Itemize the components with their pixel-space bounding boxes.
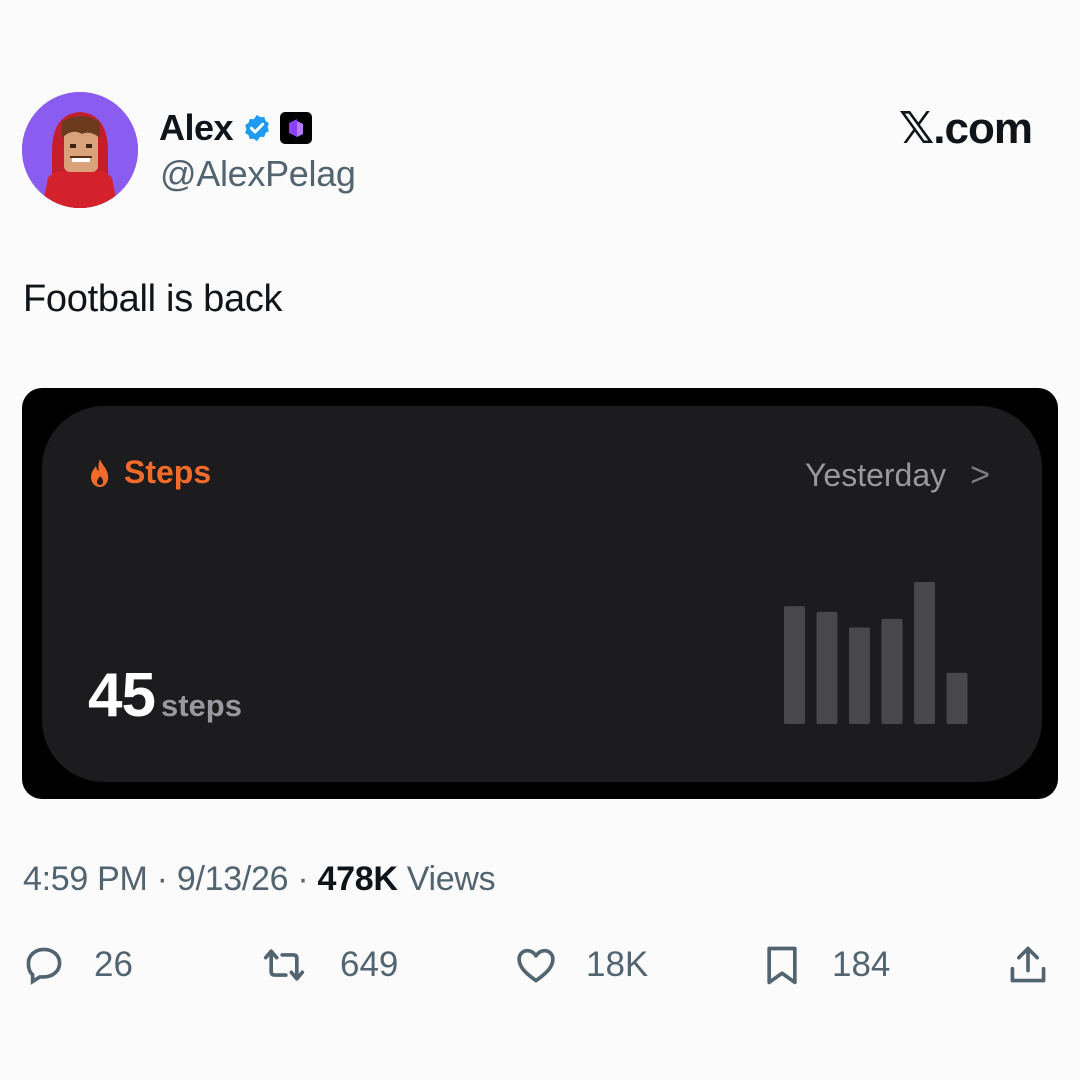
verified-badge-icon	[245, 114, 269, 142]
author-handle[interactable]: @AlexPelag	[160, 153, 356, 195]
chart-bar-1	[784, 606, 805, 724]
steps-widget: Steps Yesterday > 45 steps	[42, 406, 1042, 782]
share-button[interactable]	[1006, 943, 1050, 987]
meta-separator: ·	[288, 860, 318, 898]
bookmark-count: 184	[832, 945, 891, 984]
reply-button[interactable]: 26	[22, 943, 133, 987]
steps-count: 45	[88, 661, 156, 730]
steps-unit: steps	[160, 688, 242, 723]
like-button[interactable]: 18K	[514, 943, 648, 987]
like-icon	[517, 948, 555, 983]
affiliate-badge-icon[interactable]	[280, 112, 313, 144]
chart-bar-5	[914, 582, 935, 724]
steps-title-label: Steps	[124, 454, 212, 490]
repost-button[interactable]: 649	[262, 943, 398, 987]
avatar[interactable]	[22, 92, 138, 208]
chart-bar-2	[816, 611, 838, 724]
share-icon	[1010, 946, 1046, 983]
post-date[interactable]: 9/13/26	[177, 860, 289, 898]
period-selector[interactable]: Yesterday >	[805, 456, 990, 495]
author-name[interactable]: Alex	[159, 107, 234, 149]
post-meta: 4:59 PM · 9/13/26 · 478K Views	[23, 860, 496, 899]
meta-separator: ·	[147, 860, 177, 898]
post-text: Football is back	[23, 278, 283, 320]
period-label: Yesterday	[805, 457, 947, 493]
post-time[interactable]: 4:59 PM	[23, 860, 148, 898]
bookmark-icon	[767, 946, 797, 985]
bookmark-button[interactable]: 184	[760, 943, 890, 987]
chart-bar-6	[946, 672, 968, 724]
steps-title: Steps	[88, 454, 211, 491]
brand-logo: 𝕏.com	[898, 104, 1033, 153]
views-label: Views	[397, 860, 496, 898]
chart-bar-4	[881, 618, 903, 724]
reply-count: 26	[94, 945, 133, 984]
views-count: 478K	[317, 860, 398, 898]
chevron-right-icon: >	[970, 456, 990, 494]
steps-mini-chart	[784, 582, 968, 724]
like-count: 18K	[586, 945, 649, 984]
repost-icon	[263, 949, 305, 981]
attached-image[interactable]: Steps Yesterday > 45 steps	[22, 388, 1058, 799]
steps-value: 45 steps	[88, 660, 242, 731]
chart-bar-3	[849, 627, 870, 724]
repost-count: 649	[340, 945, 399, 984]
reply-icon	[26, 947, 62, 985]
avatar-image	[22, 92, 138, 208]
flame-icon	[91, 458, 109, 487]
author-name-row: Alex	[159, 104, 313, 152]
